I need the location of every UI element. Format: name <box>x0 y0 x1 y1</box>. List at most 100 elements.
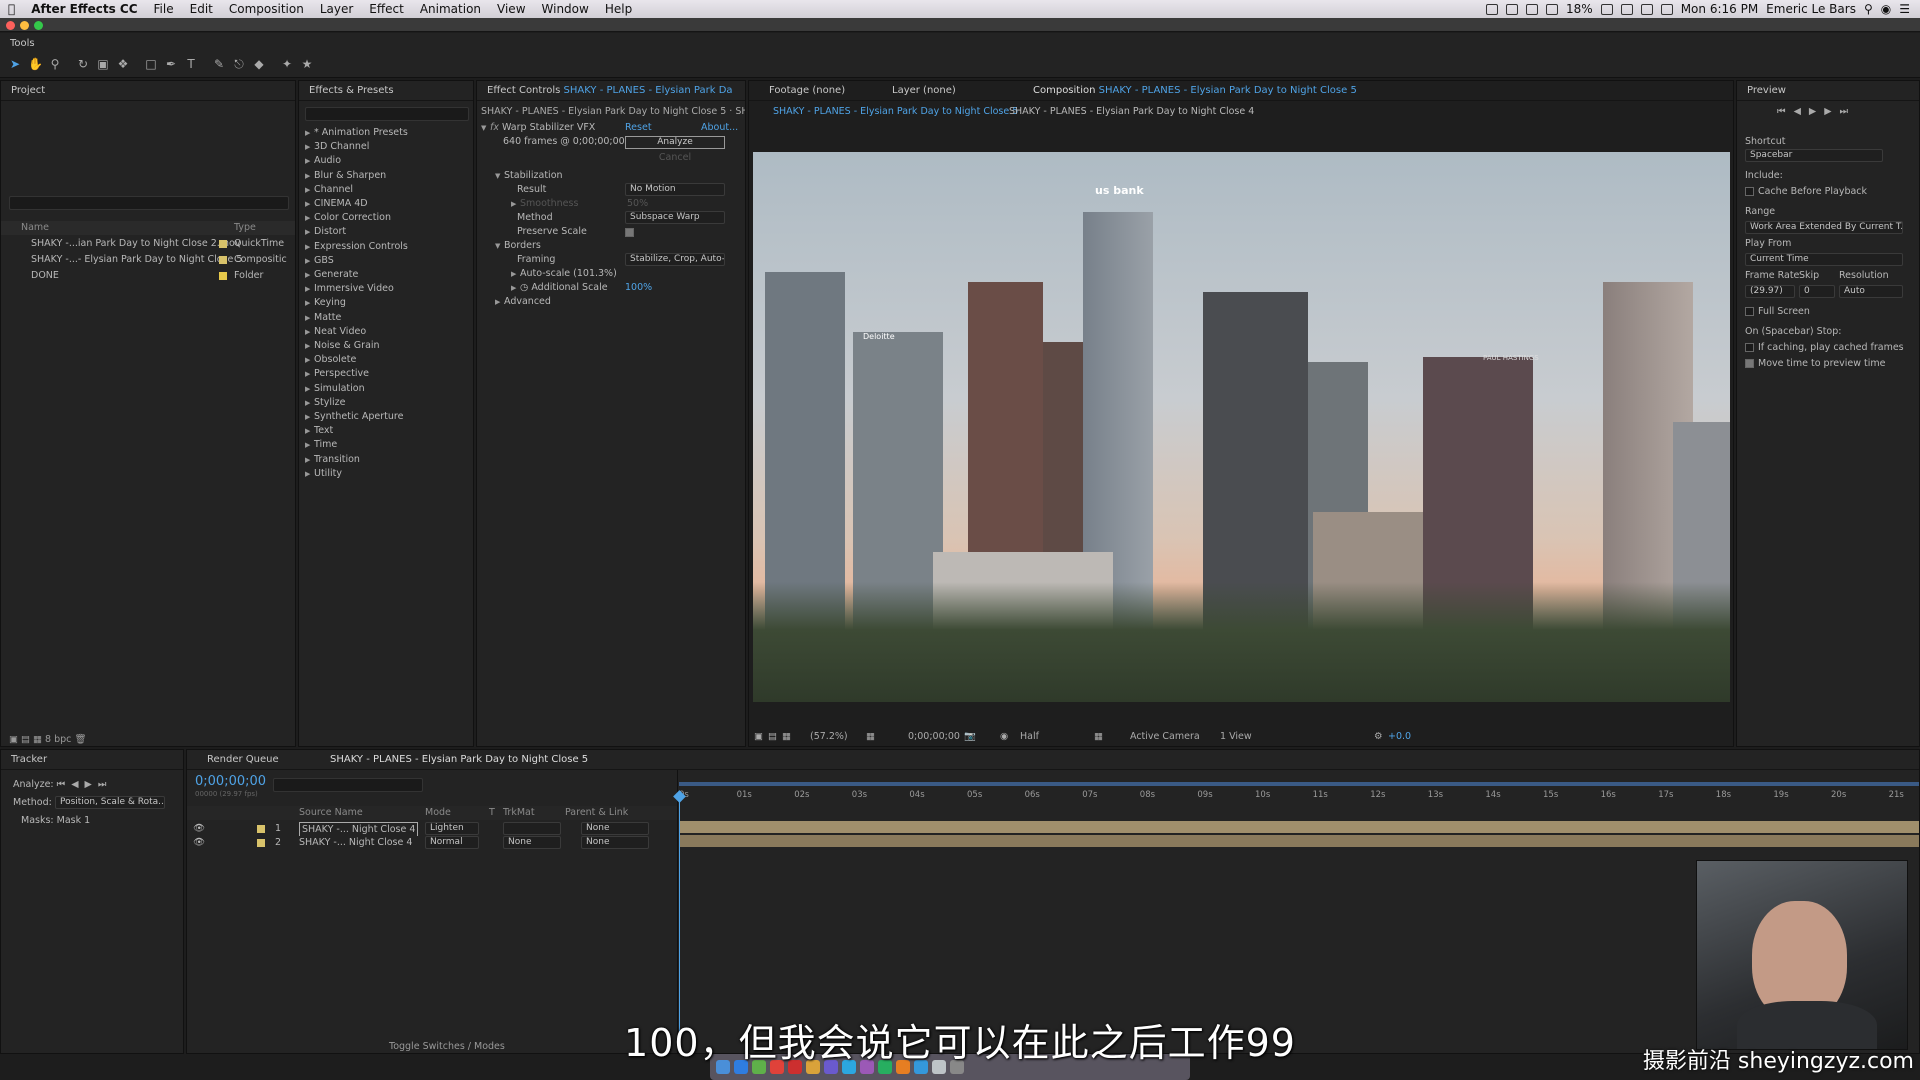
borders-group[interactable]: ▼ Borders <box>477 239 745 253</box>
pan-behind-tool-icon[interactable]: ❖ <box>116 57 130 71</box>
brush-tool-icon[interactable]: ✎ <box>212 57 226 71</box>
analyze-button[interactable]: Analyze <box>625 136 725 149</box>
preserve-scale-checkbox[interactable] <box>625 228 634 237</box>
bit-depth[interactable]: 8 bpc <box>45 734 71 745</box>
col-mode[interactable]: Mode <box>425 806 451 820</box>
transparency-grid-icon[interactable]: ▦ <box>1094 730 1103 744</box>
expand-triangle-icon[interactable]: ▶ <box>305 382 314 396</box>
clone-stamp-tool-icon[interactable]: ⎋ <box>232 57 246 71</box>
move-time-checkbox[interactable] <box>1745 359 1754 368</box>
label-color-swatch[interactable] <box>219 256 227 264</box>
effects-category[interactable]: ▶ Channel <box>299 183 473 197</box>
creative-cloud-icon[interactable] <box>1506 3 1519 15</box>
fast-previews-icon[interactable]: ⚙ <box>1374 730 1383 744</box>
effects-category[interactable]: ▶ Noise & Grain <box>299 339 473 353</box>
dropbox-icon[interactable] <box>1526 3 1539 15</box>
expand-triangle-icon[interactable]: ▶ <box>305 396 314 410</box>
shortcut-dropdown[interactable]: Spacebar <box>1745 149 1883 162</box>
effects-category[interactable]: ▶ Matte <box>299 311 473 325</box>
col-t[interactable]: T <box>489 806 495 820</box>
effects-category[interactable]: ▶ Blur & Sharpen <box>299 169 473 183</box>
tracker-method-dropdown[interactable]: Position, Scale & Rota... <box>55 796 165 809</box>
label-color-swatch[interactable] <box>219 240 227 248</box>
minimize-window-icon[interactable] <box>20 21 29 30</box>
layer-mode-dropdown[interactable]: Normal <box>425 836 479 849</box>
timeline-timecode[interactable]: 0;00;00;00 <box>195 774 266 789</box>
expand-triangle-icon[interactable]: ▶ <box>305 140 314 154</box>
roto-brush-tool-icon[interactable]: ✦ <box>280 57 294 71</box>
menu-effect[interactable]: Effect <box>361 2 412 16</box>
expand-triangle-icon[interactable]: ▶ <box>305 126 314 140</box>
previous-frame-icon[interactable]: ◀ <box>1794 106 1809 117</box>
expand-triangle-icon[interactable]: ▶ <box>305 197 314 211</box>
effects-category[interactable]: ▶ Transition <box>299 453 473 467</box>
expand-triangle-icon[interactable]: ▶ <box>305 296 314 310</box>
full-screen[interactable]: Full Screen <box>1737 305 1919 319</box>
framing-dropdown[interactable]: Stabilize, Crop, Auto- <box>625 253 725 266</box>
menu-file[interactable]: File <box>146 2 182 16</box>
range-dropdown[interactable]: Work Area Extended By Current T... <box>1745 221 1903 234</box>
expand-triangle-icon[interactable]: ▶ <box>305 410 314 424</box>
effects-search-input[interactable] <box>305 107 469 121</box>
tab-timeline-comp[interactable]: SHAKY - PLANES - Elysian Park Day to Nig… <box>330 750 588 769</box>
effects-category[interactable]: ▶ CINEMA 4D <box>299 197 473 211</box>
channel-icon[interactable]: ◉ <box>1000 730 1008 744</box>
rectangle-tool-icon[interactable]: □ <box>144 57 158 71</box>
effects-category[interactable]: ▶ Utility <box>299 467 473 481</box>
layer-row[interactable]: 👁 2 SHAKY -... Night Close 4 Normal None… <box>187 836 677 850</box>
visibility-eye-icon[interactable]: 👁 <box>193 822 205 836</box>
siri-icon[interactable]: ◉ <box>1881 2 1891 16</box>
interpret-footage-icon[interactable]: ▣ <box>9 734 18 745</box>
effects-category[interactable]: ▶ Perspective <box>299 367 473 381</box>
layer-bar-2[interactable] <box>679 835 1919 847</box>
col-source-name[interactable]: Source Name <box>299 806 363 820</box>
effects-category[interactable]: ▶ 3D Channel <box>299 140 473 154</box>
notification-center-icon[interactable]: ☰ <box>1899 2 1910 16</box>
expand-triangle-icon[interactable]: ▶ <box>305 453 314 467</box>
apple-menu-icon[interactable]:  <box>0 2 23 16</box>
expand-triangle-icon[interactable]: ▶ <box>305 339 314 353</box>
play-icon[interactable]: ▶ <box>1809 106 1824 117</box>
effect-controls-tab[interactable]: Effect Controls SHAKY - PLANES - Elysian… <box>477 81 745 101</box>
result-dropdown[interactable]: No Motion <box>625 183 725 196</box>
work-area-bar[interactable] <box>679 782 1919 786</box>
tab-layer[interactable]: Layer (none) <box>892 81 956 100</box>
new-comp-icon[interactable]: ▦ <box>33 734 42 745</box>
expand-triangle-icon[interactable]: ▶ <box>305 311 314 325</box>
tab-composition[interactable]: Composition SHAKY - PLANES - Elysian Par… <box>1033 81 1357 100</box>
if-caching[interactable]: If caching, play cached frames <box>1737 341 1919 355</box>
effects-category[interactable]: ▶ Immersive Video <box>299 282 473 296</box>
effects-category[interactable]: ▶ GBS <box>299 254 473 268</box>
battery-icon[interactable] <box>1546 3 1559 15</box>
close-window-icon[interactable] <box>6 21 15 30</box>
resolution-dropdown[interactable]: Half <box>1020 730 1039 744</box>
expand-triangle-icon[interactable]: ▶ <box>305 254 314 268</box>
layer-mode-dropdown[interactable]: Lighten <box>425 822 479 835</box>
layer-name[interactable]: SHAKY -... Night Close 4 <box>299 822 419 836</box>
effects-category[interactable]: ▶ Time <box>299 438 473 452</box>
composition-viewer[interactable]: us bank Deloitte PAUL HASTINGS <box>753 152 1730 702</box>
expand-triangle-icon[interactable]: ▶ <box>305 183 314 197</box>
frame-rate-dropdown[interactable]: (29.97) <box>1745 285 1795 298</box>
project-item[interactable]: DONE Folder <box>1 269 295 283</box>
zoom-window-icon[interactable] <box>34 21 43 30</box>
effects-category[interactable]: ▶ Obsolete <box>299 353 473 367</box>
expand-triangle-icon[interactable]: ▶ <box>305 353 314 367</box>
time-machine-icon[interactable] <box>1600 3 1613 15</box>
first-frame-icon[interactable]: ⏮ <box>1777 106 1794 117</box>
layer-name[interactable]: SHAKY -... Night Close 4 <box>299 836 412 850</box>
additional-scale-value[interactable]: 100% <box>625 281 652 295</box>
move-time[interactable]: Move time to preview time <box>1737 357 1919 371</box>
additional-scale-row[interactable]: ▶ ◷ Additional Scale 100% <box>477 281 745 295</box>
effects-category[interactable]: ▶ Neat Video <box>299 325 473 339</box>
layer-row[interactable]: 👁 1 SHAKY -... Night Close 4 Lighten Non… <box>187 822 677 836</box>
hand-tool-icon[interactable]: ✋ <box>28 57 43 71</box>
crumb-other-comp[interactable]: SHAKY - PLANES - Elysian Park Day to Nig… <box>1009 105 1254 119</box>
wifi-icon[interactable] <box>1640 3 1653 15</box>
effects-category[interactable]: ▶ Expression Controls <box>299 240 473 254</box>
expand-triangle-icon[interactable]: ▶ <box>305 467 314 481</box>
project-search-input[interactable] <box>9 196 289 210</box>
menu-help[interactable]: Help <box>597 2 640 16</box>
expand-triangle-icon[interactable]: ▶ <box>305 424 314 438</box>
magnification-dropdown[interactable]: (57.2%) <box>810 730 848 744</box>
